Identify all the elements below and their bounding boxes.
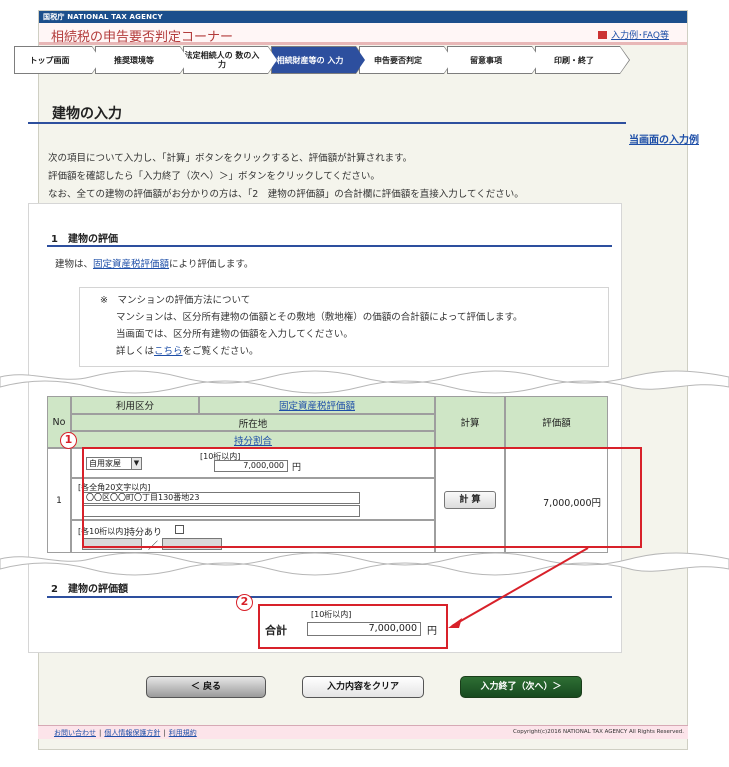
header-location: 所在地 <box>71 414 435 431</box>
fixed-asset-tax-link[interactable]: 固定資産税評価額 <box>93 259 169 270</box>
app-title: 相続税の申告要否判定コーナー <box>51 30 234 45</box>
step-notes: 留意事項 <box>447 46 542 74</box>
annotation-box-total <box>258 604 448 649</box>
header-value-link[interactable]: 固定資産税評価額 <box>279 398 355 412</box>
next-button[interactable]: 入力終了（次へ）＞ <box>460 676 582 698</box>
intro-line-1: 次の項目について入力し、「計算」ボタンをクリックすると、評価額が計算されます。 <box>48 153 413 164</box>
note-line-3-suffix: をご覧ください。 <box>182 346 259 357</box>
note-line-3: 詳しくはこちらをご覧ください。 <box>100 343 608 360</box>
building-input-panel: 1 建物の評価 建物は、固定資産税評価額により評価します。 ※ マンションの評価… <box>28 203 622 653</box>
step-heirs: 法定相続人の 数の入力 <box>183 46 278 74</box>
intro-line-2: 評価額を確認したら「入力終了（次へ）＞」ボタンをクリックしてください。 <box>48 171 380 182</box>
intro-line-3: なお、全ての建物の評価額がお分かりの方は、「2 建物の評価額」の合計欄に評価額を… <box>48 189 524 200</box>
mansion-note: ※ マンションの評価方法について マンションは、区分所有建物の価額とその敷地（敷… <box>79 287 609 367</box>
header-usage: 利用区分 <box>71 396 199 414</box>
section1-text-prefix: 建物は、 <box>55 259 94 270</box>
note-title-text: マンションの評価方法について <box>117 295 251 306</box>
clear-button[interactable]: 入力内容をクリア <box>302 676 424 698</box>
annotation-badge-1: 1 <box>60 432 77 449</box>
faq-link[interactable]: 入力例･FAQ等 <box>598 28 669 41</box>
copyright: Copyright(c)2016 NATIONAL TAX AGENCY All… <box>513 729 684 735</box>
details-link[interactable]: こちら <box>154 346 183 357</box>
heading-divider <box>28 122 626 124</box>
annotation-badge-2: 2 <box>236 594 253 611</box>
step-print: 印刷・終了 <box>535 46 630 74</box>
header-amount: 評価額 <box>505 396 608 448</box>
note-line-3-prefix: 詳しくは <box>116 346 155 357</box>
intro-text: 次の項目について入力し、「計算」ボタンをクリックすると、評価額が計算されます。 … <box>48 150 524 204</box>
note-title: ※ マンションの評価方法について <box>100 292 608 309</box>
cut-wave-bottom <box>0 552 729 576</box>
footer: お問い合わせ | 個人情報保護方針 | 利用規約 Copyright(c)2016 NA… <box>38 725 688 739</box>
step-property: 相続財産等の 入力 <box>271 46 366 74</box>
book-icon <box>598 31 608 39</box>
progress-steps: トップ画面 推奨環境等 法定相続人の 数の入力 相続財産等の 入力 申告要否判定… <box>14 46 630 74</box>
title-bar: 相続税の申告要否判定コーナー 入力例･FAQ等 <box>39 23 687 45</box>
step-judgement: 申告要否判定 <box>359 46 454 74</box>
back-button[interactable]: ＜ 戻る <box>146 676 266 698</box>
section2-title: 2 建物の評価額 <box>51 584 128 595</box>
cut-wave-top <box>0 370 729 394</box>
footer-contact-link[interactable]: お問い合わせ <box>54 729 96 737</box>
footer-privacy-link[interactable]: 個人情報保護方針 <box>104 729 160 737</box>
step-top: トップ画面 <box>14 46 102 74</box>
note-line-1: マンションは、区分所有建物の価額とその敷地（敷地権）の価額の合計額によって評価し… <box>116 312 523 323</box>
footer-terms-link[interactable]: 利用規約 <box>169 729 197 737</box>
header-calc: 計算 <box>435 396 505 448</box>
section1-text: 建物は、固定資産税評価額により評価します。 <box>55 256 253 270</box>
input-example-link[interactable]: 当画面の入力例 <box>629 131 699 146</box>
step-environment: 推奨環境等 <box>95 46 190 74</box>
footer-links: お問い合わせ | 個人情報保護方針 | 利用規約 <box>54 729 197 737</box>
row-no: 1 <box>47 448 71 553</box>
section1-text-suffix: により評価します。 <box>169 259 254 270</box>
header-value: 固定資産税評価額 <box>199 396 435 414</box>
section1-title: 1 建物の評価 <box>51 234 118 245</box>
note-mark: ※ <box>100 295 108 306</box>
header-share-link[interactable]: 持分割合 <box>234 433 272 447</box>
page-title: 建物の入力 <box>52 106 122 122</box>
section2-divider <box>47 596 612 598</box>
section1-divider <box>47 245 612 247</box>
agency-bar: 国税庁 NATIONAL TAX AGENCY <box>39 11 687 23</box>
faq-label: 入力例･FAQ等 <box>611 31 669 41</box>
note-line-2: 当画面では、区分所有建物の価額を入力してください。 <box>116 329 353 340</box>
header-share: 持分割合 <box>71 431 435 448</box>
annotation-box-row <box>82 447 642 548</box>
